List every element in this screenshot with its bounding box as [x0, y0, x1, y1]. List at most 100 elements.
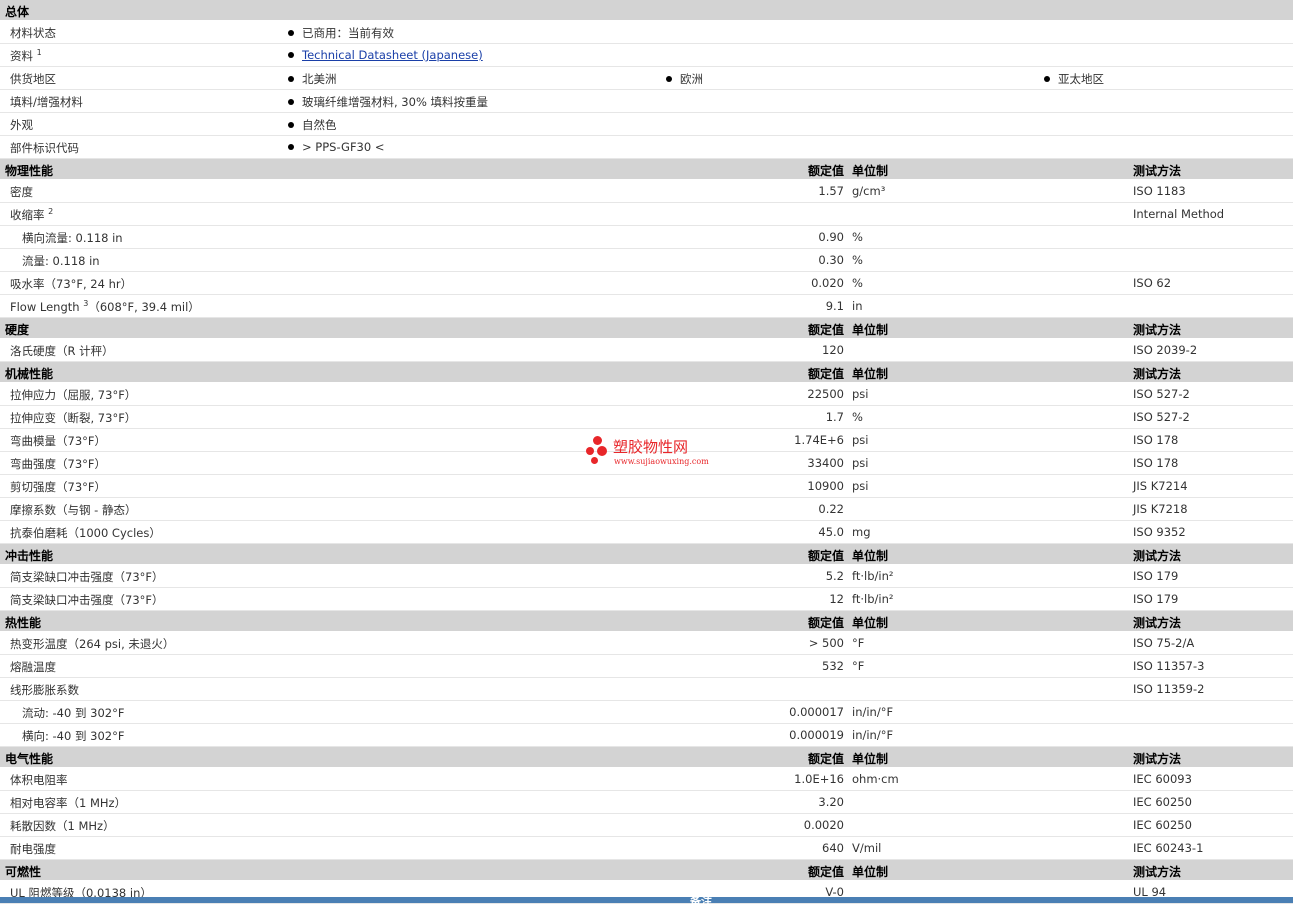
property-test-method: ISO 178	[1133, 433, 1179, 447]
property-row: 体积电阻率 1.0E+16 ohm·cm IEC 60093	[0, 768, 1293, 791]
property-row: 简支梁缺口冲击强度（73°F） 12 ft·lb/in² ISO 179	[0, 588, 1293, 611]
property-unit: ohm·cm	[852, 772, 899, 786]
property-test-method: ISO 527-2	[1133, 387, 1190, 401]
row-label: 外观	[10, 117, 33, 133]
property-test-method: IEC 60243-1	[1133, 841, 1204, 855]
property-value: 1.0E+16	[794, 772, 844, 786]
property-label-text: 简支梁缺口冲击强度（73°F）	[10, 593, 164, 607]
header-unit: 单位制	[852, 616, 889, 630]
property-value: 0.90	[818, 230, 844, 244]
property-row: 拉伸应力（屈服, 73°F） 22500 psi ISO 527-2	[0, 383, 1293, 406]
bullet-item: > PPS-GF30 <	[288, 140, 384, 154]
section-title: 热性能	[5, 616, 42, 630]
bullet-text: 已商用：当前有效	[302, 26, 394, 40]
header-value: 额定值	[807, 865, 844, 879]
general-row: 供货地区 北美洲 欧洲 亚太地区	[0, 67, 1293, 90]
property-label-text: 弯曲强度（73°F）	[10, 457, 106, 471]
header-unit: 单位制	[852, 865, 889, 879]
property-sections: 物理性能 额定值 单位制 测试方法 密度 1.57 g/cm³ ISO 1183 收缩率 2 In…	[0, 159, 1293, 904]
property-unit: g/cm³	[852, 184, 886, 198]
bullet-icon	[288, 52, 294, 58]
property-unit: °F	[852, 659, 865, 673]
row-label: 填料/增强材料	[10, 94, 83, 110]
property-unit: in/in/°F	[852, 705, 894, 719]
header-test-method: 测试方法	[1133, 323, 1182, 337]
watermark-title: 塑胶物性网	[613, 438, 689, 456]
property-value: 45.0	[818, 525, 844, 539]
property-test-method: ISO 75-2/A	[1133, 636, 1195, 650]
property-row: 横向: -40 到 302°F 0.000019 in/in/°F	[0, 724, 1293, 747]
bullet-text: > PPS-GF30 <	[302, 140, 385, 154]
property-label: 热变形温度（264 psi, 未退火）	[10, 636, 174, 652]
property-label: 耗散因数（1 MHz）	[10, 818, 115, 834]
property-label: 耐电强度	[10, 841, 56, 857]
header-test-method: 测试方法	[1133, 865, 1182, 879]
property-label-text: 横向: -40 到 302°F	[22, 729, 125, 743]
bullet-text: 玻璃纤维增强材料, 30% 填料按重量	[302, 95, 489, 109]
section-header: 热性能 额定值 单位制 测试方法	[0, 611, 1293, 632]
header-unit: 单位制	[852, 323, 889, 337]
property-label: 相对电容率（1 MHz）	[10, 795, 126, 811]
section-header: 冲击性能 额定值 单位制 测试方法	[0, 544, 1293, 565]
row-label: 资料 1	[10, 48, 42, 64]
property-value: 0.0020	[803, 818, 844, 832]
notes-bar: 备注	[0, 895, 1293, 908]
general-rows: 材料状态 已商用：当前有效 资料 1 Technical Datasheet (Jap…	[0, 21, 1293, 159]
property-unit: psi	[852, 433, 869, 447]
property-value: > 500	[808, 636, 844, 650]
logo-dot-icon	[586, 447, 594, 455]
header-test-method: 测试方法	[1133, 752, 1182, 766]
bullet-text: 自然色	[302, 118, 337, 132]
property-label-text: 拉伸应变（断裂, 73°F）	[10, 411, 137, 425]
property-test-method: ISO 11359-2	[1133, 682, 1205, 696]
property-row: 流量: 0.118 in 0.30%	[0, 249, 1293, 272]
property-label: 体积电阻率	[10, 772, 68, 788]
datasheet-link[interactable]: Technical Datasheet (Japanese)	[302, 48, 483, 62]
header-unit: 单位制	[852, 549, 889, 563]
property-label-text: 拉伸应力（屈服, 73°F）	[10, 388, 137, 402]
bullet-item: 已商用：当前有效	[288, 25, 394, 41]
row-label-text: 部件标识代码	[10, 141, 79, 155]
property-label-text: 体积电阻率	[10, 773, 68, 787]
property-label: 熔融温度	[10, 659, 56, 675]
property-value: 0.22	[818, 502, 844, 516]
property-label-text: 耗散因数（1 MHz）	[10, 819, 115, 833]
bullet-icon	[288, 144, 294, 150]
property-test-method: ISO 179	[1133, 569, 1179, 583]
property-label: 弯曲强度（73°F）	[10, 456, 106, 472]
header-unit: 单位制	[852, 752, 889, 766]
property-unit: %	[852, 276, 863, 290]
property-test-method: IEC 60250	[1133, 818, 1192, 832]
section-title: 电气性能	[5, 752, 54, 766]
section-header: 硬度 额定值 单位制 测试方法	[0, 318, 1293, 339]
property-row: 吸水率（73°F, 24 hr） 0.020% ISO 62	[0, 272, 1293, 295]
property-label-text: 摩擦系数（与钢 - 静态）	[10, 503, 137, 517]
property-label: 弯曲模量（73°F）	[10, 433, 106, 449]
property-unit: in/in/°F	[852, 728, 894, 742]
property-value: 0.30	[818, 253, 844, 267]
property-value: 0.000019	[789, 728, 844, 742]
bullet-icon	[288, 122, 294, 128]
property-label-text: 密度	[10, 185, 33, 199]
property-label: 剪切强度（73°F）	[10, 479, 106, 495]
header-test-method: 测试方法	[1133, 549, 1182, 563]
property-test-method: JIS K7218	[1133, 502, 1188, 516]
property-unit: %	[852, 230, 863, 244]
property-value: 5.2	[825, 569, 844, 583]
property-label: 拉伸应变（断裂, 73°F）	[10, 410, 136, 426]
bullet-text: 北美洲	[302, 72, 337, 86]
property-label-text: 剪切强度（73°F）	[10, 480, 106, 494]
property-label-text: Flow Length	[10, 300, 80, 314]
property-row: 洛氏硬度（R 计秤） 120 ISO 2039-2	[0, 339, 1293, 362]
property-label: 密度	[10, 184, 33, 200]
bullet-item: 亚太地区	[1044, 71, 1104, 87]
property-value: 1.74E+6	[794, 433, 844, 447]
section-header: 机械性能 额定值 单位制 测试方法	[0, 362, 1293, 383]
bullet-item: Technical Datasheet (Japanese)	[288, 48, 483, 62]
logo-dot-icon	[591, 457, 598, 464]
property-row: 密度 1.57 g/cm³ ISO 1183	[0, 180, 1293, 203]
property-value: 10900	[807, 479, 844, 493]
bullet-text: 欧洲	[680, 72, 703, 86]
section-title: 冲击性能	[5, 549, 54, 563]
section-title: 可燃性	[5, 865, 42, 879]
